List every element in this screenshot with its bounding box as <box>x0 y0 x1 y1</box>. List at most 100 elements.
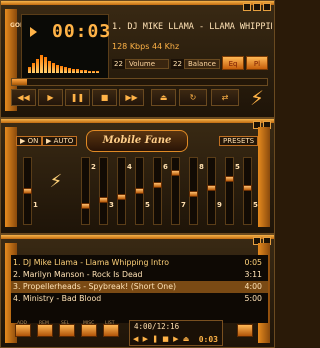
next-button[interactable]: ▶▶ <box>119 89 144 106</box>
side-text: GOLDEN <box>10 21 38 30</box>
vis-bar <box>52 63 55 73</box>
eq-logo: Mobile Fane <box>86 130 188 152</box>
slider-knob[interactable] <box>99 197 108 203</box>
mini-transport[interactable]: ◀ ▶ ❚ ■ ▶ ⏏ <box>133 335 190 343</box>
slider-knob[interactable] <box>81 203 90 209</box>
main-window: GOLDEN 00:03 1. DJ MIKE LLAMA - LLAMA WH… <box>0 0 275 118</box>
vis-bar <box>32 63 35 73</box>
eq-band-slider[interactable] <box>99 157 108 225</box>
eq-band-label: 3 <box>109 201 114 209</box>
eq-band-slider[interactable] <box>243 157 252 225</box>
playlist-row-duration: 5:00 <box>244 294 262 303</box>
slider-knob[interactable] <box>207 185 216 191</box>
eq-band-label: 6 <box>163 163 168 171</box>
slider-knob[interactable] <box>117 194 126 200</box>
shade-icon[interactable] <box>253 3 261 11</box>
time-display[interactable]: 00:03 <box>52 21 111 42</box>
close-icon[interactable] <box>263 3 271 11</box>
playlist-row[interactable]: 2. Marilyn Manson - Rock Is Dead 3:11 <box>11 269 268 281</box>
eject-button[interactable]: ⏏ <box>151 89 176 106</box>
sel-button[interactable] <box>59 324 75 337</box>
rem-button[interactable] <box>37 324 53 337</box>
eq-band-slider[interactable] <box>117 157 126 225</box>
lightning-icon: ⚡ <box>49 171 63 192</box>
eq-band-slider[interactable] <box>81 157 90 225</box>
vis-bar <box>40 55 43 73</box>
eq-on-button[interactable]: ▶ ON <box>16 136 43 146</box>
playlist-row[interactable]: 3. Propellerheads - Spybreak! (Short One… <box>11 281 268 293</box>
seek-bar[interactable] <box>11 78 268 86</box>
eq-band-label: 4 <box>127 163 132 171</box>
bitrate: 128 Kbps <box>112 42 150 51</box>
eq-side-panel-right <box>258 127 270 227</box>
vis-bar <box>84 70 87 73</box>
playlist-list[interactable]: 1. DJ Mike Llama - Llama Whipping Intro 0… <box>11 255 268 323</box>
slider-knob[interactable] <box>225 176 234 182</box>
stop-button[interactable]: ■ <box>92 89 117 106</box>
playlist-window: 1. DJ Mike Llama - Llama Whipping Intro 0… <box>0 234 275 348</box>
playlist-row[interactable]: 1. DJ Mike Llama - Llama Whipping Intro 0… <box>11 257 268 269</box>
balance-slider[interactable]: Balance <box>184 59 220 69</box>
playlist-row[interactable]: 4. Ministry - Bad Blood 5:00 <box>11 293 268 305</box>
vis-bar <box>68 68 71 73</box>
preamp-slider[interactable] <box>23 157 32 225</box>
playlist-row-title: 2. Marilyn Manson - Rock Is Dead <box>13 270 143 279</box>
eq-toggle-button[interactable]: Eq <box>222 56 244 70</box>
presets-button[interactable]: PRESETS <box>219 136 259 146</box>
main-titlebar[interactable] <box>1 1 274 5</box>
eq-band-slider[interactable] <box>189 157 198 225</box>
vis-bar <box>60 66 63 73</box>
eq-band-label: 5 <box>253 201 258 209</box>
pl-titlebar[interactable] <box>1 235 274 239</box>
pl-toggle-button[interactable]: Pl <box>246 56 268 70</box>
eq-band-slider[interactable] <box>135 157 144 225</box>
eq-titlebar[interactable] <box>1 119 274 123</box>
eq-auto-button[interactable]: ▶ AUTO <box>42 136 78 146</box>
main-window-controls <box>243 3 271 11</box>
repeat-button[interactable]: ↻ <box>179 89 207 106</box>
pause-button[interactable]: ❚❚ <box>65 89 90 106</box>
playlist-row-duration: 4:00 <box>244 282 262 291</box>
slider-knob[interactable] <box>135 188 144 194</box>
slider-knob[interactable] <box>189 191 198 197</box>
playlist-counter: 4:00/12:16 <box>134 322 180 331</box>
vis-bar <box>44 57 47 73</box>
eq-band-slider[interactable] <box>153 157 162 225</box>
eq-band-slider[interactable] <box>207 157 216 225</box>
misc-button[interactable] <box>81 324 97 337</box>
slider-knob[interactable] <box>243 185 252 191</box>
eq-band-slider[interactable] <box>171 157 180 225</box>
slider-knob[interactable] <box>153 182 162 188</box>
eq-auto-label: AUTO <box>53 137 74 145</box>
spectrum-visualizer[interactable] <box>28 53 100 73</box>
prev-button[interactable]: ◀◀ <box>11 89 36 106</box>
add-button[interactable] <box>15 324 31 337</box>
vis-bar <box>80 70 83 73</box>
shuffle-button[interactable]: ⇄ <box>211 89 239 106</box>
vis-bar <box>92 71 95 73</box>
eq-band-label: 2 <box>91 163 96 171</box>
playlist-row-title: 4. Ministry - Bad Blood <box>13 294 102 303</box>
vis-bar <box>72 69 75 73</box>
play-indicator-icon <box>30 27 37 37</box>
list-options-button[interactable] <box>237 324 253 337</box>
lightning-logo-icon[interactable]: ⚡ <box>246 86 268 110</box>
minimize-icon[interactable] <box>243 3 251 11</box>
eq-band-label: 5 <box>145 201 150 209</box>
volume-slider[interactable]: Volume <box>125 59 169 69</box>
vis-bar <box>48 61 51 73</box>
volume-value: 22 <box>112 59 125 69</box>
mini-player: 4:00/12:16 ◀ ▶ ❚ ■ ▶ ⏏ 0:03 <box>129 320 223 346</box>
seek-fill <box>12 79 28 85</box>
playlist-row-title: 3. Propellerheads - Spybreak! (Short One… <box>13 282 177 291</box>
eq-band-label: 8 <box>199 163 204 171</box>
play-button[interactable]: ▶ <box>38 89 63 106</box>
slider-knob[interactable] <box>171 170 180 176</box>
slider-knob[interactable] <box>23 188 32 194</box>
vis-bar <box>96 71 99 73</box>
track-title: 1. DJ MIKE LLAMA - LLAMA WHIPPING INTRO <box>112 22 272 32</box>
vis-bar <box>28 67 31 73</box>
list-button[interactable] <box>103 324 119 337</box>
eq-band-label: 9 <box>217 201 222 209</box>
eq-band-slider[interactable] <box>225 157 234 225</box>
